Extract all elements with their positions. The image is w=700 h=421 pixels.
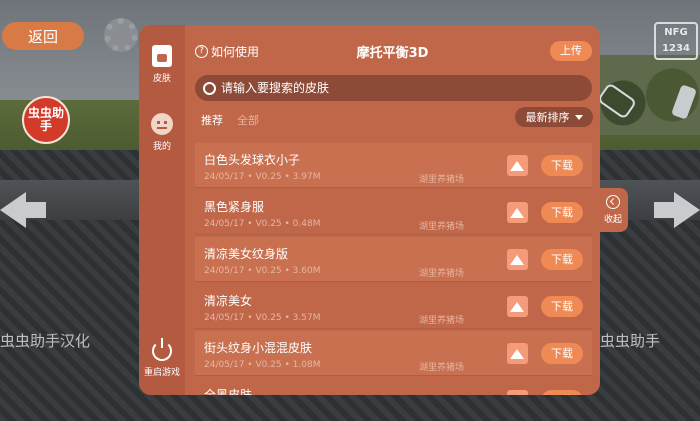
skin-author: 湖里养猪场: [419, 363, 465, 373]
skin-meta: 24/05/17 • V0.25 • 3.97M: [204, 172, 321, 182]
chevron-left-icon: [606, 195, 620, 209]
skin-meta: 24/05/17 • V0.25 • 3.57M: [204, 313, 321, 323]
face-icon: [151, 113, 173, 135]
skin-author: 湖里养猪场: [419, 222, 465, 232]
sidebar-item-skin[interactable]: 皮肤: [139, 45, 185, 84]
skin-icon: [152, 45, 172, 67]
search-icon: [203, 81, 216, 95]
skin-name: 白色头发球衣小子: [204, 153, 301, 167]
download-button[interactable]: 下载: [541, 249, 583, 270]
sort-label: 最新排序: [525, 111, 570, 124]
restart-game-button[interactable]: 重启游戏: [139, 338, 185, 378]
plate-line-2: 1234: [662, 43, 690, 54]
gear-icon[interactable]: [104, 18, 138, 52]
download-button[interactable]: 下载: [541, 296, 583, 317]
watermark-right: 虫虫助手: [600, 332, 661, 350]
list-item[interactable]: 黑色紧身服 24/05/17 • V0.25 • 0.48M 湖里养猪场 下载: [195, 190, 592, 235]
skin-author: 湖里养猪场: [419, 269, 465, 279]
skin-author: 湖里养猪场: [419, 316, 465, 326]
preview-image-icon[interactable]: [507, 249, 528, 270]
steer-left-icon-tail[interactable]: [22, 202, 46, 218]
preview-image-icon[interactable]: [507, 390, 528, 395]
download-button[interactable]: 下载: [541, 390, 583, 395]
sidebar: 皮肤 我的 重启游戏: [139, 25, 185, 395]
list-item[interactable]: 全黑皮肤 下载: [195, 378, 592, 395]
steer-right-icon-tail[interactable]: [654, 202, 676, 218]
back-button[interactable]: 返回: [2, 22, 84, 50]
skin-name: 街头纹身小混混皮肤: [204, 341, 313, 355]
watermark-left: 虫虫助手汉化: [0, 332, 91, 350]
preview-image-icon[interactable]: [507, 155, 528, 176]
skin-meta: 24/05/17 • V0.25 • 1.08M: [204, 360, 321, 370]
download-button[interactable]: 下载: [541, 202, 583, 223]
dialog-header: ? 如何使用 摩托平衡3D 上传: [185, 25, 600, 75]
download-button[interactable]: 下载: [541, 155, 583, 176]
upload-button[interactable]: 上传: [550, 41, 592, 61]
steer-right-icon[interactable]: [674, 192, 700, 228]
preview-image-icon[interactable]: [507, 296, 528, 317]
search-bar[interactable]: [195, 75, 592, 101]
list-item[interactable]: 清凉美女 24/05/17 • V0.25 • 3.57M 湖里养猪场 下载: [195, 284, 592, 329]
skin-name: 全黑皮肤: [204, 388, 253, 395]
caret-down-icon: [574, 114, 583, 120]
skin-meta: 24/05/17 • V0.25 • 0.48M: [204, 219, 321, 229]
collapse-button[interactable]: 收起: [598, 188, 628, 232]
search-input[interactable]: [221, 81, 561, 95]
restart-label: 重启游戏: [143, 368, 180, 378]
chongchong-logo[interactable]: 虫虫助手: [22, 96, 70, 144]
sidebar-item-label: 皮肤: [152, 74, 171, 84]
preview-image-icon[interactable]: [507, 343, 528, 364]
plate-line-1: NFG: [664, 27, 688, 38]
sort-dropdown[interactable]: 最新排序: [515, 107, 593, 127]
skin-name: 黑色紧身服: [204, 200, 265, 214]
tab-recommend[interactable]: 推荐: [201, 112, 223, 128]
skin-name: 清凉美女纹身版: [204, 247, 289, 261]
license-plate-icon[interactable]: NFG 1234: [654, 22, 698, 60]
list-item[interactable]: 街头纹身小混混皮肤 24/05/17 • V0.25 • 1.08M 湖里养猪场…: [195, 331, 592, 376]
sidebar-item-mine[interactable]: 我的: [139, 113, 185, 152]
page-title: 摩托平衡3D: [356, 46, 429, 61]
skin-list: 白色头发球衣小子 24/05/17 • V0.25 • 3.97M 湖里养猪场 …: [195, 143, 592, 395]
power-icon: [152, 338, 172, 361]
list-item[interactable]: 白色头发球衣小子 24/05/17 • V0.25 • 3.97M 湖里养猪场 …: [195, 143, 592, 188]
skin-author: 湖里养猪场: [419, 175, 465, 185]
skin-name: 清凉美女: [204, 294, 253, 308]
list-item[interactable]: 清凉美女纹身版 24/05/17 • V0.25 • 3.60M 湖里养猪场 下…: [195, 237, 592, 282]
preview-image-icon[interactable]: [507, 202, 528, 223]
skin-meta: 24/05/17 • V0.25 • 3.60M: [204, 266, 321, 276]
collapse-label: 收起: [603, 215, 622, 225]
sidebar-item-label: 我的: [152, 142, 171, 152]
tab-all[interactable]: 全部: [237, 112, 259, 128]
download-button[interactable]: 下载: [541, 343, 583, 364]
